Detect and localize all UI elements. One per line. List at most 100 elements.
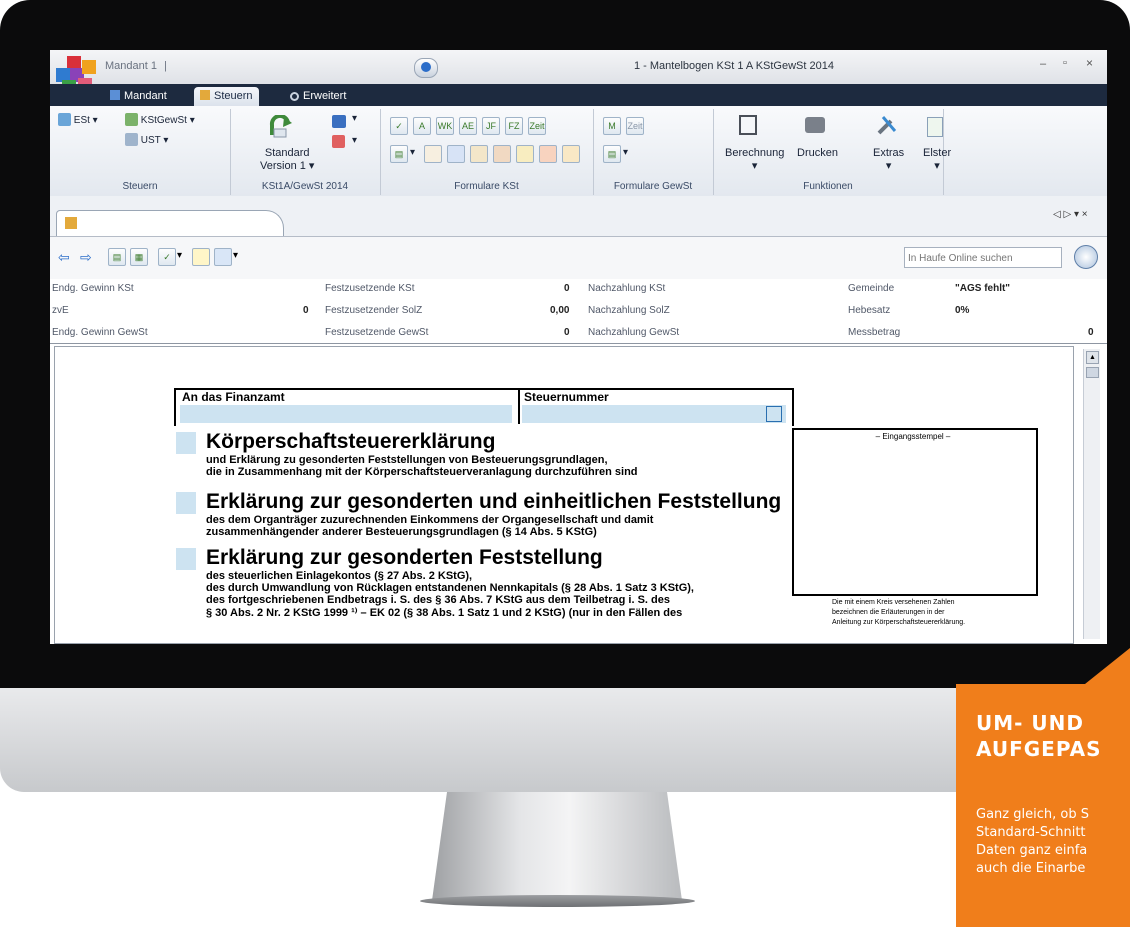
group-steuern: ESt ▾ KStGewSt ▾ UST ▾ Steuern [50, 109, 231, 195]
minimize-button[interactable]: – [1040, 58, 1046, 70]
gewst-form-zeit-button[interactable]: Zeit [626, 117, 644, 135]
haufe-search-icon[interactable] [1074, 245, 1098, 269]
monitor-stand [432, 792, 682, 901]
summary-label: Endg. Gewinn KSt [52, 283, 134, 294]
export-form-dropdown[interactable]: ▾ [233, 250, 238, 261]
lock-icon[interactable] [516, 145, 534, 163]
section3-checkbox[interactable] [176, 548, 196, 570]
form-check-dropdown[interactable]: ▾ [177, 250, 182, 261]
drucken-button[interactable]: Drucken [797, 147, 838, 159]
est-button[interactable]: ESt ▾ [58, 113, 98, 126]
elster-button[interactable]: Elster ▾ [923, 147, 951, 172]
tab-steuern-label: Steuern [214, 90, 253, 102]
tab-navigation[interactable]: ◁ ▷ ▾ × [1053, 209, 1088, 220]
finanzamt-field[interactable] [180, 405, 512, 423]
group-label-funktionen: Funktionen [803, 181, 853, 192]
summary-panel: Endg. Gewinn KSt Festzusetzende KSt 0 Na… [50, 279, 1107, 343]
group-label-formulare-kst: Formulare KSt [454, 181, 519, 192]
ust-button[interactable]: UST ▾ [125, 133, 168, 146]
help-button[interactable] [414, 58, 438, 78]
steuernummer-field[interactable] [522, 405, 786, 423]
book-icon[interactable] [447, 145, 465, 163]
window-title: 1 - Mantelbogen KSt 1 A KStGewSt 2014 [634, 60, 834, 72]
form-list-dropdown[interactable]: ▾ [410, 147, 415, 158]
promo-body: Standard-Schnitt [976, 825, 1086, 840]
version-select[interactable]: Version 1 ▾ [260, 160, 314, 173]
est-icon [58, 113, 71, 126]
forward-button[interactable]: ⇨ [80, 249, 92, 266]
group-formulare-gewst: M Zeit ▤ ▾ Formulare GewSt [593, 109, 714, 195]
section1-line: die in Zusammenhang mit der Körperschaft… [206, 466, 638, 478]
gewst-form-list-icon[interactable]: ▤ [603, 145, 621, 163]
section3-line: des fortgeschriebenen Endbetrags i. S. d… [206, 594, 670, 606]
close-button[interactable]: × [1086, 56, 1093, 70]
form-list-icon[interactable]: ▤ [390, 145, 408, 163]
save-icon[interactable] [332, 115, 346, 128]
person-icon[interactable] [470, 145, 488, 163]
lookup-icon[interactable] [766, 406, 782, 422]
note-line: Die mit einem Kreis versehenen Zahlen [832, 599, 955, 606]
table-icon[interactable]: ▤ [108, 248, 126, 266]
form-wk-button[interactable]: WK [436, 117, 454, 135]
summary-value: 0,00 [550, 305, 570, 316]
export-form-icon[interactable] [214, 248, 232, 266]
table-edit-icon[interactable]: ▦ [130, 248, 148, 266]
summary-value: "AGS fehlt" [955, 283, 1011, 294]
tab-steuern[interactable]: Steuern [194, 87, 259, 106]
section2-checkbox[interactable] [176, 492, 196, 514]
persons-icon[interactable] [493, 145, 511, 163]
section2-title: Erklärung zur gesonderten und einheitlic… [206, 490, 782, 513]
scroll-up-icon[interactable]: ▲ [1086, 351, 1099, 364]
stamp-box [792, 428, 1038, 596]
form-a-button[interactable]: A [413, 117, 431, 135]
document-tab[interactable] [56, 210, 284, 236]
search-box[interactable] [904, 247, 1062, 268]
form-check-icon[interactable]: ✓ [158, 248, 176, 266]
promo-headline: AUFGEPAS [976, 737, 1102, 761]
summary-label: Nachzahlung GewSt [588, 327, 680, 338]
scroll-thumb[interactable] [1086, 367, 1099, 378]
summary-value: 0 [564, 327, 570, 338]
form-jf-button[interactable]: JF [482, 117, 500, 135]
note-add-icon[interactable] [192, 248, 210, 266]
kstgewst-button[interactable]: KStGewSt ▾ [125, 113, 195, 126]
form-fz-button[interactable]: FZ [505, 117, 523, 135]
section1-title: Körperschaftsteuererklärung [206, 430, 496, 453]
note-text: Die mit einem Kreis versehenen Zahlen be… [832, 598, 965, 628]
printer-icon [805, 117, 825, 133]
section1-checkbox[interactable] [176, 432, 196, 454]
tab-erweitert[interactable]: Erweitert [290, 87, 346, 106]
delete-icon[interactable] [332, 135, 345, 148]
gewst-form-m-button[interactable]: M [603, 117, 621, 135]
help-icon [421, 62, 431, 72]
summary-label: Endg. Gewinn GewSt [52, 327, 148, 338]
client-tab[interactable]: Mandant 1 | [105, 60, 167, 72]
refresh-icon[interactable] [268, 115, 294, 139]
form-main-icon[interactable]: ✓ [390, 117, 408, 135]
document-tab-bar: ◁ ▷ ▾ × [50, 196, 1107, 237]
form-ae-button[interactable]: AE [459, 117, 477, 135]
search-input[interactable] [905, 250, 1061, 267]
extras-button[interactable]: Extras ▾ [873, 147, 904, 172]
tax-form-icon [200, 90, 210, 100]
vertical-scrollbar[interactable]: ▲ [1083, 349, 1100, 639]
finanzamt-label: An das Finanzamt [182, 390, 285, 404]
standard-version-button[interactable]: Standard Version 1 ▾ [260, 147, 314, 173]
berechnung-button[interactable]: Berechnung ▾ [725, 147, 784, 172]
export-icon[interactable] [562, 145, 580, 163]
section1-line: und Erklärung zu gesonderten Feststellun… [206, 454, 608, 466]
gewst-form-list-dropdown[interactable]: ▾ [623, 147, 628, 158]
tab-mandant[interactable]: Mandant [110, 87, 167, 106]
delete-dropdown[interactable]: ▾ [352, 135, 357, 146]
back-button[interactable]: ⇦ [58, 249, 70, 266]
menu-bar: Mandant Steuern Erweitert [50, 84, 1107, 106]
extras-label: Extras [873, 147, 905, 159]
section2-line: zusammenhängender anderer Besteuerungsgr… [206, 526, 597, 538]
import-icon[interactable] [539, 145, 557, 163]
note-icon[interactable] [424, 145, 442, 163]
save-dropdown[interactable]: ▾ [352, 113, 357, 124]
ust-icon [125, 133, 138, 146]
form-zeit-button[interactable]: Zeit [528, 117, 546, 135]
section3-line: des steuerlichen Einlagekontos (§ 27 Abs… [206, 570, 473, 582]
maximize-button[interactable]: ▫ [1063, 57, 1067, 69]
